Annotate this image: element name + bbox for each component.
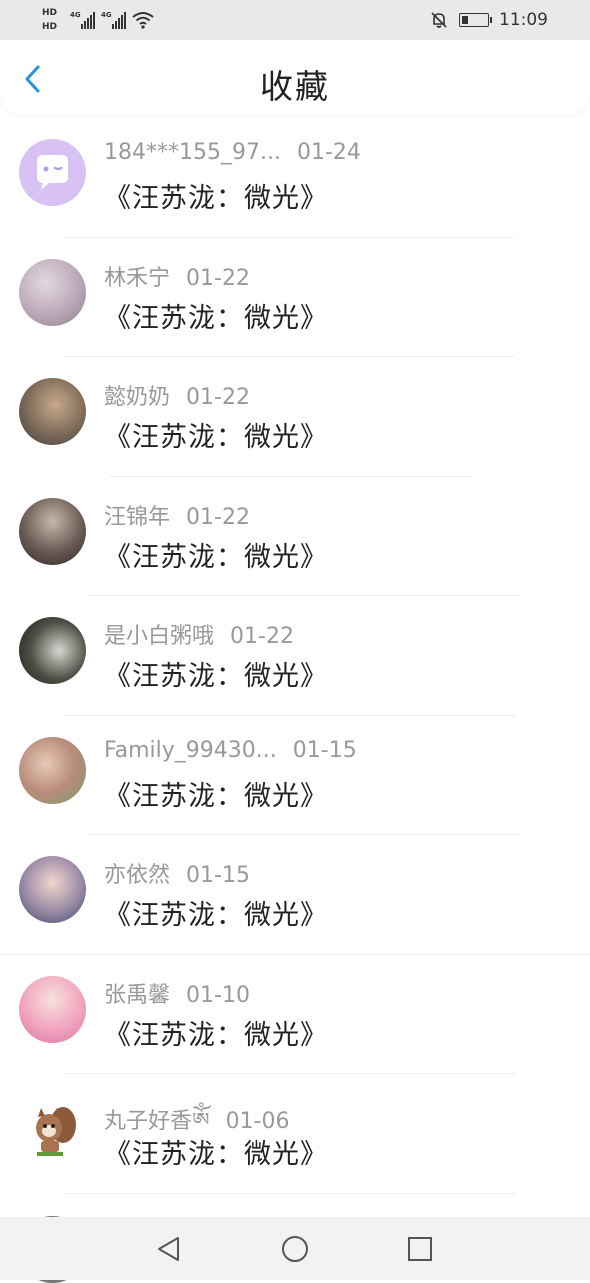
status-bar: HD HD 4G 4G 11:09 bbox=[0, 0, 590, 40]
nav-recent-button[interactable] bbox=[402, 1231, 438, 1267]
network-label: 4G bbox=[101, 11, 112, 19]
item-date: 01-10 bbox=[186, 982, 250, 1008]
user-avatar[interactable] bbox=[19, 497, 86, 565]
nav-back-button[interactable] bbox=[150, 1231, 186, 1267]
favorites-list: 184***155_97... 01-24 《汪苏泷：微光》 林禾宁 01-22 《… bbox=[0, 118, 590, 1283]
work-title: 《汪苏泷：微光》 bbox=[104, 780, 328, 812]
network-label: 4G bbox=[70, 11, 81, 19]
item-date: 01-15 bbox=[186, 863, 250, 888]
item-date: 01-15 bbox=[292, 737, 357, 763]
squirrel-avatar-icon bbox=[36, 1107, 76, 1156]
work-title: 《汪苏泷：微光》 bbox=[104, 1019, 328, 1051]
list-item[interactable]: 张禹馨 01-10 《汪苏泷：微光》 bbox=[0, 955, 590, 1074]
user-name: 张禹馨 bbox=[104, 982, 171, 1008]
home-circle-icon bbox=[282, 1236, 308, 1262]
item-date: 01-22 bbox=[186, 385, 250, 410]
hd-icon: HD HD bbox=[42, 7, 64, 33]
user-avatar[interactable] bbox=[19, 1095, 86, 1162]
signal-icon: 4G bbox=[101, 11, 126, 29]
list-item[interactable]: 林禾宁 01-22 《汪苏泷：微光》 bbox=[0, 238, 590, 357]
item-meta: 184***155_97... 01-24 bbox=[104, 140, 361, 165]
item-date: 01-22 bbox=[186, 504, 250, 530]
item-meta: 懿奶奶 01-22 bbox=[104, 379, 250, 411]
clock: 11:09 bbox=[499, 10, 548, 30]
nav-home-button[interactable] bbox=[277, 1231, 313, 1267]
signal-icon: 4G bbox=[70, 11, 95, 29]
user-avatar[interactable] bbox=[19, 378, 86, 445]
user-avatar[interactable] bbox=[19, 856, 86, 923]
status-right: 11:09 bbox=[429, 0, 548, 40]
user-name: 汪锦年 bbox=[104, 504, 171, 530]
status-left: HD HD 4G 4G bbox=[42, 4, 154, 36]
app-header: 收藏 bbox=[0, 40, 590, 115]
user-avatar[interactable] bbox=[19, 258, 86, 326]
item-date: 01-22 bbox=[230, 624, 294, 649]
item-meta: 林禾宁 01-22 bbox=[104, 260, 250, 292]
item-meta: 张禹馨 01-10 bbox=[104, 977, 250, 1009]
item-meta: 是小白粥哦 01-22 bbox=[104, 618, 294, 650]
work-title: 《汪苏泷：微光》 bbox=[104, 1139, 328, 1170]
user-name: 184***155_97... bbox=[104, 140, 281, 165]
chat-bubble-avatar[interactable] bbox=[19, 139, 86, 206]
user-avatar[interactable] bbox=[19, 617, 86, 684]
item-meta: Family_99430... 01-15 bbox=[104, 738, 357, 763]
work-title: 《汪苏泷：微光》 bbox=[104, 183, 328, 214]
user-name: 是小白粥哦 bbox=[104, 624, 215, 649]
item-meta: 亦依然 01-15 bbox=[104, 857, 250, 889]
back-triangle-icon bbox=[158, 1237, 179, 1261]
user-avatar[interactable] bbox=[19, 975, 86, 1043]
list-item[interactable]: 汪锦年 01-22 《汪苏泷：微光》 bbox=[0, 477, 590, 596]
page-title: 收藏 bbox=[260, 67, 330, 106]
work-title: 《汪苏泷：微光》 bbox=[104, 302, 328, 334]
user-name: Family_99430... bbox=[104, 737, 277, 763]
user-name: 懿奶奶 bbox=[104, 385, 171, 410]
battery-icon bbox=[459, 13, 492, 27]
bell-mute-icon bbox=[431, 12, 447, 28]
recent-square-icon bbox=[408, 1237, 432, 1261]
work-title: 《汪苏泷：微光》 bbox=[104, 422, 328, 453]
list-item[interactable]: 是小白粥哦 01-22 《汪苏泷：微光》 bbox=[0, 596, 590, 716]
work-title: 《汪苏泷：微光》 bbox=[104, 661, 328, 692]
system-nav-bar bbox=[0, 1217, 590, 1280]
list-item[interactable]: 丸子好香ༀ 01-06 《汪苏泷：微光》 bbox=[0, 1074, 590, 1194]
user-name: 林禾宁 bbox=[104, 265, 171, 291]
list-item[interactable]: 184***155_97... 01-24 《汪苏泷：微光》 bbox=[0, 118, 590, 238]
list-item[interactable]: 懿奶奶 01-22 《汪苏泷：微光》 bbox=[0, 357, 590, 477]
chat-bubble-icon bbox=[37, 155, 68, 190]
list-item[interactable]: 亦依然 01-15 《汪苏泷：微光》 bbox=[0, 835, 590, 955]
wifi-icon bbox=[132, 12, 154, 29]
list-item[interactable]: Family_99430... 01-15 《汪苏泷：微光》 bbox=[0, 716, 590, 835]
hd-top-label: HD bbox=[42, 8, 58, 18]
item-date: 01-06 bbox=[225, 1109, 290, 1134]
user-avatar[interactable] bbox=[19, 736, 86, 804]
item-date: 01-24 bbox=[296, 140, 361, 165]
user-name: 亦依然 bbox=[104, 863, 171, 888]
work-title: 《汪苏泷：微光》 bbox=[104, 541, 328, 573]
hd-bottom-label: HD bbox=[42, 22, 58, 32]
item-meta: 汪锦年 01-22 bbox=[104, 499, 250, 531]
user-name: 丸子好香ༀ bbox=[104, 1109, 210, 1134]
work-title: 《汪苏泷：微光》 bbox=[104, 900, 328, 931]
item-date: 01-22 bbox=[186, 265, 250, 291]
